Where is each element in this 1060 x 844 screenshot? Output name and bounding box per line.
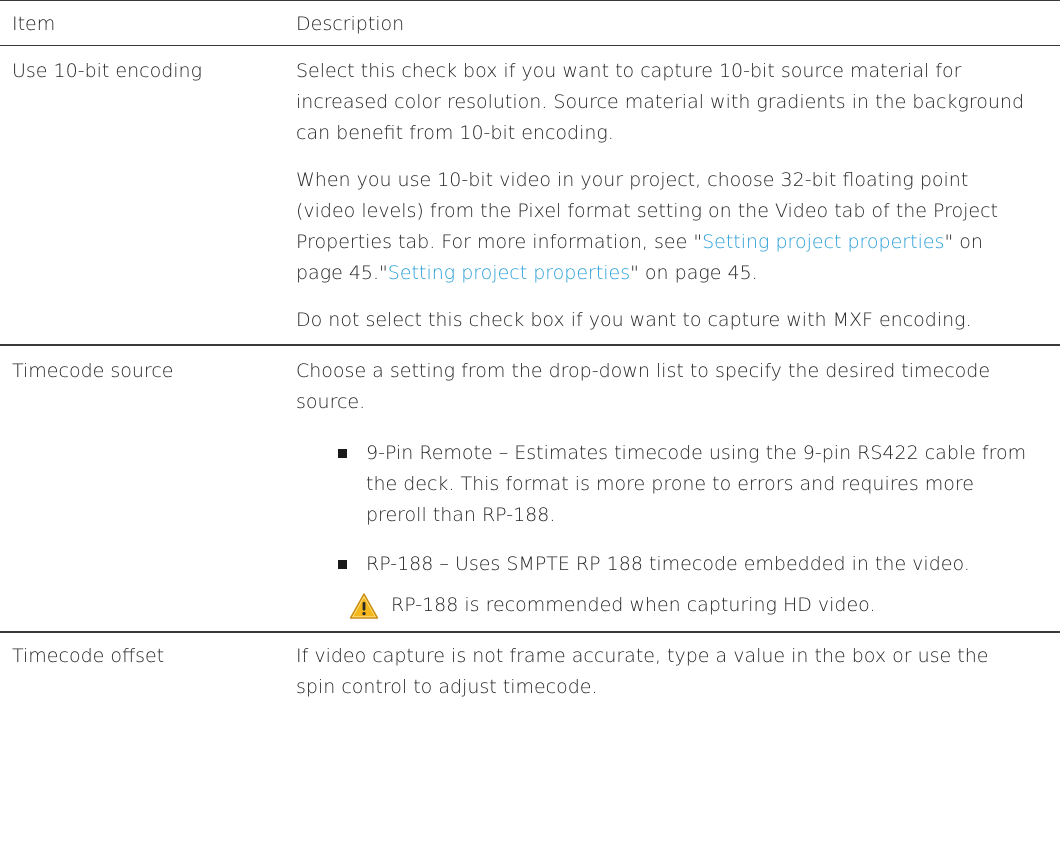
description-paragraph: If video capture is not frame accurate, … xyxy=(296,645,989,698)
list-item: 9-Pin Remote – Estimates timecode using … xyxy=(338,438,1030,531)
list-item-text: 9-Pin Remote – Estimates timecode using … xyxy=(366,442,1027,526)
row-item-label: Timecode offset xyxy=(12,645,165,667)
description-paragraph: Select this check box if you want to cap… xyxy=(296,60,1025,144)
note-callout: RP-188 is recommended when capturing HD … xyxy=(296,590,1030,621)
row-item-label: Timecode source xyxy=(12,360,174,382)
description-paragraph: Do not select this check box if you want… xyxy=(296,309,972,331)
description-paragraph: Choose a setting from the drop-down list… xyxy=(296,360,991,413)
setting-project-properties-link[interactable]: Setting project properties xyxy=(702,231,944,253)
settings-table: Item Description Use 10-bit encoding Sel… xyxy=(0,0,1060,711)
table-header: Item Description xyxy=(0,1,1060,45)
table-row-timecode-offset: Timecode offset If video capture is not … xyxy=(0,631,1060,711)
row-item-label: Use 10-bit encoding xyxy=(12,60,202,82)
row-description: If video capture is not frame accurate, … xyxy=(296,641,1060,703)
table-row-timecode-source: Timecode source Choose a setting from th… xyxy=(0,344,1060,631)
note-text: RP-188 is recommended when capturing HD … xyxy=(391,594,876,616)
row-description: Choose a setting from the drop-down list… xyxy=(296,356,1060,621)
bullet-square-icon xyxy=(338,560,347,569)
list-item-text: RP-188 – Uses SMPTE RP 188 timecode embe… xyxy=(366,553,970,575)
header-description: Description xyxy=(296,13,405,35)
header-item: Item xyxy=(12,13,56,35)
bullet-square-icon xyxy=(338,449,347,458)
timecode-options-list: 9-Pin Remote – Estimates timecode using … xyxy=(296,438,1030,580)
row-description: Select this check box if you want to cap… xyxy=(296,56,1060,336)
setting-project-properties-link[interactable]: Setting project properties xyxy=(388,262,630,284)
table-row-10bit-encoding: Use 10-bit encoding Select this check bo… xyxy=(0,45,1060,344)
list-item: RP-188 – Uses SMPTE RP 188 timecode embe… xyxy=(338,549,1030,580)
warning-icon xyxy=(349,592,379,619)
paragraph-text: " on page 45. xyxy=(630,262,758,284)
description-paragraph: When you use 10-bit video in your projec… xyxy=(296,165,1030,289)
